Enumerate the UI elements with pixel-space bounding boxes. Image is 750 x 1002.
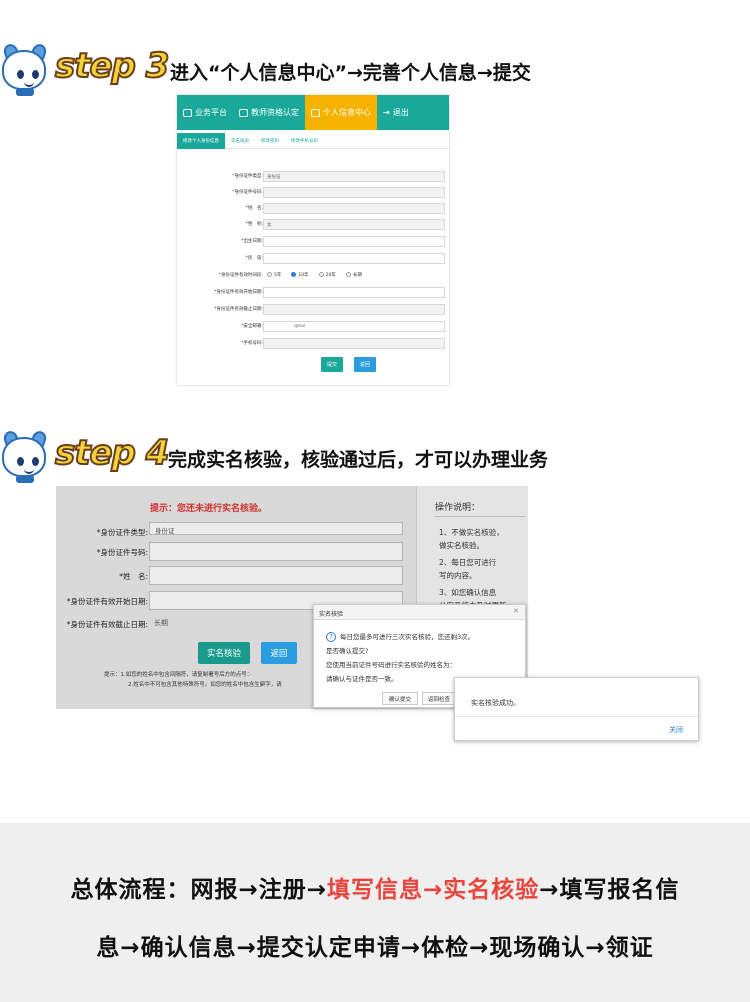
personal-info-screenshot: 业务平台 教师资格认定 个人信息中心 ⇥ 退出 修改个人身份信息 实名核验 修改密… (177, 95, 449, 385)
radio-long-term[interactable]: 长期 (345, 272, 362, 278)
dialog-body: ? 每日您最多可进行三次实名核验，您还剩3次。 是否确认提交? 您使用当前证件号码… (326, 632, 475, 683)
back-button[interactable]: 返回 (261, 642, 297, 664)
form-row: *性 别: 女 (177, 219, 449, 231)
instruction-item: 1、不做实名核验， 做实名核验。 (439, 528, 504, 550)
dialog-header: 实名核验 ✕ (314, 605, 525, 620)
process-line-1: 总体流程：网报→注册→填写信息→实名核验→填写报名信 (70, 877, 680, 903)
monitor-icon (239, 108, 248, 117)
form-row: *身份证件有效时间段: 5年 10年 20年 长期 (218, 272, 362, 278)
process-line-2: 息→确认信息→提交认定申请→体检→现场确认→领证 (96, 935, 654, 961)
form-row: *身份证件号码: (177, 187, 449, 199)
valid-end-field[interactable] (263, 304, 445, 315)
name-field[interactable] (263, 203, 445, 214)
ethnicity-select[interactable] (263, 253, 445, 264)
birth-date-field[interactable] (263, 236, 445, 247)
tab-edit-identity[interactable]: 修改个人身份信息 (177, 132, 225, 149)
name-field[interactable] (149, 566, 403, 585)
back-button[interactable]: 返回 (354, 357, 376, 372)
close-icon[interactable]: ✕ (513, 607, 519, 615)
step4-title: step 4 (54, 432, 170, 474)
success-message: 实名核验成功。 (471, 699, 520, 707)
nav-business-platform[interactable]: 业务平台 (177, 95, 233, 130)
tab-real-name[interactable]: 实名核验 (225, 133, 255, 149)
instruction-item: 2、每日您可进行 写的内容。 (439, 558, 497, 580)
form-row: *身份证件类型: 身份证 (177, 171, 449, 183)
form-row: *姓 名: (56, 566, 416, 588)
form-row: *民 族: (177, 253, 449, 265)
form-row: *安全邮箱: qmai (177, 321, 449, 333)
submit-button[interactable]: 提交 (321, 357, 343, 372)
hint-line-1: 提示：1.如您的姓名中包含间隔符，请复制署号后方的点号：· (104, 672, 252, 678)
nav-personal-center[interactable]: 个人信息中心 (305, 95, 377, 130)
id-type-select[interactable]: 身份证 (149, 522, 403, 535)
form-row: *出生日期: (177, 236, 449, 248)
top-nav: 业务平台 教师资格认定 个人信息中心 ⇥ 退出 (177, 95, 449, 130)
hint-line-2: 2.姓名中不可包含其他特殊符号。如您的姓名中包含生僻字，请 (128, 682, 282, 688)
radio-20y[interactable]: 20年 (318, 272, 336, 278)
form-row: *身份证件号码: (56, 542, 416, 564)
tab-phone[interactable]: 修改手机号码 (285, 133, 324, 149)
email-field[interactable]: qmai (263, 321, 445, 332)
id-number-field[interactable] (263, 187, 445, 198)
valid-start-field[interactable] (263, 287, 445, 298)
monitor-icon (311, 108, 320, 117)
process-summary: 总体流程：网报→注册→填写信息→实名核验→填写报名信 息→确认信息→提交认定申请… (0, 823, 750, 1002)
nav-logout[interactable]: ⇥ 退出 (377, 95, 415, 130)
question-icon: ? (326, 632, 336, 642)
platform-icon (183, 108, 192, 117)
gender-select[interactable]: 女 (263, 219, 445, 230)
verify-button[interactable]: 实名核验 (198, 642, 250, 664)
sub-tabs: 修改个人身份信息 实名核验 修改密码 修改手机号码 (177, 132, 449, 149)
close-button[interactable]: 关闭 (669, 725, 683, 735)
back-check-button[interactable]: 返回检查 (422, 692, 456, 705)
form-row: *身份证件有效开始日期: (177, 287, 449, 299)
phone-field[interactable] (263, 338, 445, 349)
radio-5y[interactable]: 5年 (267, 272, 281, 278)
mascot-icon (0, 42, 50, 96)
validity-radio-group: 5年 10年 20年 长期 (267, 272, 362, 278)
mascot-icon (0, 429, 50, 483)
success-dialog: 实名核验成功。 关闭 (454, 677, 699, 741)
warning-text: 提示：您还未进行实名核验。 (150, 504, 268, 514)
step3-title: step 3 (54, 45, 170, 87)
step3-description: 进入“个人信息中心”→完善个人信息→提交 (170, 62, 531, 84)
logout-icon: ⇥ (383, 108, 390, 117)
instructions-title: 操作说明： (435, 503, 481, 513)
form-row: *手机号码: (177, 338, 449, 350)
form-row: *身份证件有效截止日期: (177, 304, 449, 316)
tab-password[interactable]: 修改密码 (255, 133, 285, 149)
form-row: *姓 名: (177, 203, 449, 215)
form-row: *身份证件类型: 身份证 (56, 522, 416, 544)
step4-description: 完成实名核验，核验通过后，才可以办理业务 (168, 449, 549, 471)
id-number-field[interactable] (149, 542, 403, 561)
nav-teacher-cert[interactable]: 教师资格认定 (233, 95, 305, 130)
radio-10y[interactable]: 10年 (291, 272, 309, 278)
id-type-select[interactable]: 身份证 (263, 171, 445, 182)
confirm-submit-button[interactable]: 确认提交 (382, 692, 418, 705)
